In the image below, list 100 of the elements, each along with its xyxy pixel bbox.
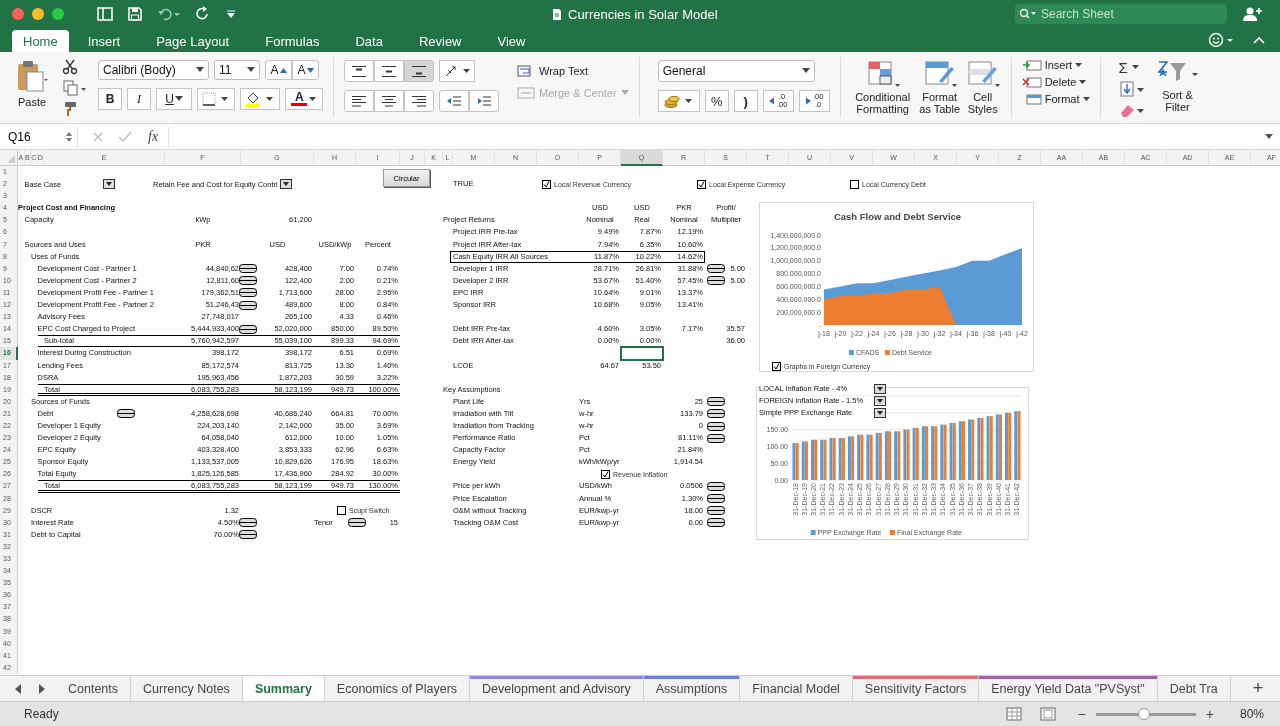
underline-button[interactable]: U bbox=[156, 88, 192, 110]
ribbon-tab[interactable]: Insert bbox=[70, 30, 138, 52]
spin-button[interactable] bbox=[239, 264, 257, 274]
status-text: Ready bbox=[24, 707, 59, 721]
copy-icon[interactable] bbox=[62, 80, 88, 96]
spin-button[interactable] bbox=[707, 494, 725, 504]
italic-button[interactable]: I bbox=[127, 88, 151, 110]
spin-button[interactable] bbox=[117, 409, 135, 419]
ribbon-tab[interactable]: Formulas bbox=[248, 30, 337, 52]
sheet-tab[interactable]: Summary bbox=[242, 676, 325, 701]
minimize-button[interactable] bbox=[32, 8, 44, 20]
table-brush-icon bbox=[922, 59, 957, 89]
paint-bucket-icon bbox=[245, 91, 275, 107]
expand-icon[interactable] bbox=[1264, 132, 1274, 141]
customize-icon[interactable] bbox=[225, 9, 237, 19]
decrease-indent-button[interactable] bbox=[439, 90, 469, 112]
zoom-out-button[interactable]: − bbox=[1073, 706, 1090, 722]
align-lines-icon bbox=[352, 65, 366, 77]
bold-button[interactable]: B bbox=[98, 88, 122, 110]
spin-button[interactable] bbox=[707, 518, 725, 528]
cut-icon[interactable] bbox=[62, 59, 78, 75]
comma-style-button[interactable]: ) bbox=[733, 90, 758, 112]
paste-button[interactable]: Paste bbox=[10, 59, 54, 117]
spin-button[interactable] bbox=[707, 397, 725, 407]
caret-icon bbox=[620, 90, 629, 96]
insert-button[interactable]: Insert bbox=[1021, 59, 1090, 71]
vertical-align-button[interactable] bbox=[374, 60, 404, 82]
spin-button[interactable] bbox=[707, 276, 725, 286]
eraser-icon[interactable] bbox=[1118, 102, 1145, 118]
font-size-select[interactable]: 11 bbox=[214, 60, 260, 80]
ribbon-tab[interactable]: Home bbox=[12, 30, 69, 52]
ribbon-tab[interactable]: Review bbox=[401, 30, 479, 52]
outdent-icon bbox=[446, 95, 462, 107]
add-sheet-button[interactable]: + bbox=[1246, 677, 1270, 700]
sort-filter-button[interactable]: Sort & Filter bbox=[1154, 59, 1201, 118]
ribbon-tab[interactable]: Data bbox=[338, 30, 400, 52]
indent-icon bbox=[476, 95, 492, 107]
spin-button[interactable] bbox=[707, 506, 725, 516]
spin-button[interactable] bbox=[239, 530, 257, 540]
undo-icon[interactable] bbox=[157, 7, 181, 21]
spin-button[interactable] bbox=[348, 518, 366, 528]
add-person-icon[interactable] bbox=[1243, 6, 1263, 22]
slider-thumb[interactable] bbox=[1137, 707, 1150, 720]
spin-button[interactable] bbox=[239, 324, 257, 334]
wrap-text-button[interactable]: Wrap Text bbox=[517, 65, 629, 77]
caret-icon bbox=[174, 96, 183, 102]
spin-button[interactable] bbox=[707, 409, 725, 419]
spin-button[interactable] bbox=[707, 433, 725, 443]
stepper-icon bbox=[65, 130, 73, 143]
name-box[interactable]: Q16 bbox=[0, 126, 78, 147]
font-color-button[interactable]: A bbox=[285, 88, 323, 110]
insert-cells-icon bbox=[1021, 59, 1042, 71]
spin-button[interactable] bbox=[707, 482, 725, 491]
empty-box-icon bbox=[850, 179, 859, 189]
increase-indent-button[interactable] bbox=[469, 90, 499, 112]
checked-box-icon bbox=[697, 179, 706, 189]
format-button[interactable]: Format bbox=[1021, 93, 1090, 105]
autosum-button[interactable]: Σ bbox=[1118, 59, 1145, 76]
fill-down-icon[interactable] bbox=[1118, 81, 1145, 97]
spin-button[interactable] bbox=[239, 276, 257, 286]
collapse-icon[interactable] bbox=[1252, 35, 1266, 45]
spin-button[interactable] bbox=[239, 288, 257, 298]
caret-icon bbox=[1131, 64, 1140, 71]
number-format-select[interactable]: General bbox=[657, 60, 815, 82]
spin-button[interactable] bbox=[707, 421, 725, 431]
sidebar-icon[interactable] bbox=[97, 7, 113, 21]
format-as-table-button[interactable]: Format as Table bbox=[916, 59, 963, 115]
vertical-align-button[interactable] bbox=[404, 60, 434, 82]
currency-button[interactable] bbox=[657, 90, 700, 112]
spin-button[interactable] bbox=[707, 264, 725, 274]
vertical-align-button[interactable] bbox=[344, 60, 374, 82]
font-name-select[interactable]: Calibri (Body) bbox=[98, 60, 209, 80]
caret-icon bbox=[279, 179, 292, 190]
horizontal-align-button[interactable] bbox=[374, 90, 404, 112]
search-field[interactable]: Search Sheet bbox=[1015, 4, 1227, 24]
shrink-font-button[interactable]: A bbox=[292, 60, 319, 80]
redo-icon[interactable] bbox=[195, 6, 211, 22]
ribbon-tab[interactable]: Page Layout bbox=[139, 30, 247, 52]
spin-button[interactable] bbox=[239, 518, 257, 528]
cell-styles-button[interactable]: Cell Styles bbox=[964, 59, 1001, 115]
spin-button[interactable] bbox=[239, 300, 257, 310]
insert-function-button[interactable]: fx bbox=[148, 128, 159, 145]
delete-cells-icon bbox=[1021, 76, 1042, 88]
caret-icon bbox=[801, 68, 810, 74]
borders-button[interactable] bbox=[197, 88, 235, 110]
delete-button[interactable]: Delete bbox=[1021, 76, 1090, 88]
format-painter-icon[interactable] bbox=[62, 101, 78, 117]
fill-color-button[interactable] bbox=[240, 88, 280, 110]
horizontal-align-button[interactable] bbox=[344, 90, 374, 112]
zoom-button[interactable] bbox=[52, 8, 64, 20]
caret-icon bbox=[102, 179, 115, 190]
horizontal-align-button[interactable] bbox=[404, 90, 434, 112]
conditional-formatting-button[interactable]: Conditional Formatting bbox=[850, 59, 915, 115]
zoom-in-button[interactable]: + bbox=[1201, 706, 1218, 722]
grow-font-button[interactable]: A bbox=[265, 60, 292, 80]
right-arrow-icon bbox=[804, 97, 811, 105]
ribbon-tab[interactable]: View bbox=[480, 30, 543, 52]
orientation-button[interactable] bbox=[439, 60, 475, 82]
percent-button[interactable]: % bbox=[704, 90, 729, 112]
save-icon[interactable] bbox=[127, 6, 143, 22]
